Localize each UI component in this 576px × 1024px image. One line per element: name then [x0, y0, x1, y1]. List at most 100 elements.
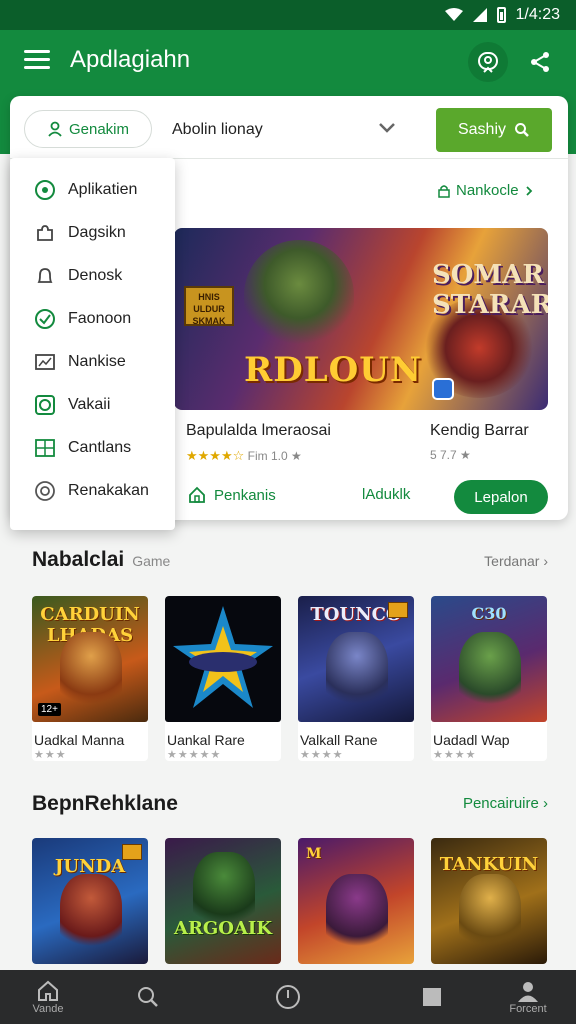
- bell-icon: [34, 265, 56, 287]
- target-icon: [34, 179, 56, 201]
- chevron-right-icon: [525, 185, 532, 196]
- game-tile[interactable]: ARGOAIK: [165, 838, 281, 964]
- game-tile[interactable]: C30 Uadadl Wap ★★★★: [431, 596, 547, 761]
- dropdown-item-label: Vakaii: [68, 395, 111, 413]
- dropdown-item-renakakan[interactable]: Renakakan: [10, 469, 175, 512]
- battery-icon: [496, 7, 506, 23]
- section-title-text: Nabalclai: [32, 548, 125, 571]
- dropdown-item-label: Nankise: [68, 352, 126, 370]
- game-art-title: C30: [471, 604, 507, 623]
- rating-stars: ★★★★☆: [186, 448, 245, 463]
- dropdown-item-label: Faonoon: [68, 309, 132, 327]
- profile-button[interactable]: [468, 42, 508, 82]
- game-title: Uadadl Wap: [433, 732, 510, 748]
- game-tile[interactable]: TOUNCO Valkall Rane ★★★★: [298, 596, 414, 761]
- game-art-title: TANKUIN: [439, 854, 539, 875]
- game-title: Uankal Rare: [167, 732, 245, 748]
- game-art-title: ARGOAIK: [173, 918, 272, 939]
- nav-home-label: Vande: [32, 1003, 64, 1015]
- dropdown-item-nankise[interactable]: Nankise: [10, 340, 175, 383]
- age-rating-badge: 12+: [38, 703, 61, 716]
- dropdown-item-label: Dagsikn: [68, 223, 126, 241]
- game-art-badge: [388, 602, 408, 618]
- account-icon: [478, 52, 498, 73]
- chevron-right-icon: ›: [543, 795, 548, 812]
- nav-library[interactable]: [392, 970, 472, 1024]
- banner-tag: HNIS ULDUR SKMAK: [184, 286, 234, 326]
- game-tile[interactable]: Uankal Rare ★★★★★: [165, 596, 281, 761]
- featured-link-label: Nankocle: [456, 182, 519, 199]
- game-tile[interactable]: TANKUIN: [431, 838, 547, 964]
- signal-icon: [472, 8, 487, 22]
- home-outline-icon: [189, 486, 205, 503]
- game-art: [165, 596, 281, 722]
- featured-game-name[interactable]: Bapulalda lmeraosai: [186, 422, 331, 440]
- action-link-secondary[interactable]: lAduklk: [362, 486, 410, 503]
- grid-icon: [34, 437, 56, 459]
- menu-icon[interactable]: [24, 50, 50, 70]
- game-art: ARGOAIK: [165, 838, 281, 964]
- featured-see-all-link[interactable]: Nankocle: [438, 182, 533, 199]
- chevron-right-icon: ›: [543, 553, 548, 569]
- nav-search[interactable]: [108, 970, 188, 1024]
- share-icon: [531, 52, 549, 72]
- wifi-icon: [444, 8, 463, 21]
- dropdown-item-vakaii[interactable]: Vakaii: [10, 383, 175, 426]
- search-input[interactable]: [172, 112, 400, 148]
- dropdown-item-denosk[interactable]: Denosk: [10, 254, 175, 297]
- dropdown-item-aplikatien[interactable]: Aplikatien: [10, 168, 175, 211]
- dropdown-item-label: Denosk: [68, 266, 123, 284]
- game-title: Uadkal Manna: [34, 732, 125, 748]
- featured-banner[interactable]: HNIS ULDUR SKMAK RDLOUN SOMAR STARAR: [174, 228, 548, 410]
- star-ship-art: [173, 606, 273, 708]
- chevron-down-icon[interactable]: [378, 122, 396, 134]
- featured-game-name-2[interactable]: Kendig Barrar: [430, 422, 529, 440]
- dropdown-item-label: Cantlans: [68, 438, 132, 456]
- nav-explore[interactable]: [248, 970, 328, 1024]
- game-tile[interactable]: CARDUIN LHADAS 12+ Uadkal Manna ★★★: [32, 596, 148, 761]
- search-icon: [515, 123, 529, 137]
- person-icon: [48, 121, 62, 137]
- chart-icon: [34, 351, 56, 373]
- square-target-icon: [34, 394, 56, 416]
- game-art: CARDUIN LHADAS 12+: [32, 596, 148, 722]
- bottom-navigation: Vande Forcent: [0, 970, 576, 1024]
- radio-icon: [34, 480, 56, 502]
- app-badge-icon: [432, 378, 454, 400]
- game-art-title: M: [306, 846, 322, 862]
- game-art-figure: [60, 632, 122, 712]
- lock-icon: [438, 184, 450, 198]
- section-link-label: Terdanar: [484, 553, 540, 569]
- section-see-all-link[interactable]: Terdanar ›: [484, 553, 548, 569]
- genre-label: Genakim: [68, 120, 130, 138]
- game-art: TANKUIN: [431, 838, 547, 964]
- game-art-figure: [459, 632, 521, 712]
- genre-selector[interactable]: Genakim: [24, 110, 152, 148]
- status-time: 1/4:23: [515, 6, 560, 23]
- section-see-all-link[interactable]: Pencairuire ›: [463, 795, 548, 812]
- check-circle-icon: [34, 308, 56, 330]
- action-link-label: Penkanis: [214, 486, 276, 504]
- install-button[interactable]: Lepalon: [454, 480, 548, 514]
- nav-home[interactable]: Vande: [8, 970, 88, 1024]
- game-art: TOUNCO: [298, 596, 414, 722]
- game-tile[interactable]: JUNDA: [32, 838, 148, 964]
- game-art-figure: [459, 874, 521, 954]
- dropdown-item-faonoon[interactable]: Faonoon: [10, 297, 175, 340]
- game-tile[interactable]: M: [298, 838, 414, 964]
- banner-title-secondary: SOMAR STARAR: [432, 260, 548, 320]
- dropdown-item-dagsikn[interactable]: Dagsikn: [10, 211, 175, 254]
- rating-text: Fim 1.0 ★: [247, 449, 302, 463]
- compass-icon: [276, 985, 300, 1009]
- share-button[interactable]: [520, 42, 560, 82]
- dropdown-item-cantlans[interactable]: Cantlans: [10, 426, 175, 469]
- game-rating: ★★★★★: [167, 749, 222, 761]
- game-art: C30: [431, 596, 547, 722]
- game-title: Valkall Rane: [300, 732, 378, 748]
- search-button[interactable]: Sashiy: [436, 108, 552, 152]
- action-link-details[interactable]: Penkanis: [188, 486, 276, 504]
- banner-title: RDLOUN: [244, 350, 422, 390]
- genre-dropdown-menu: Aplikatien Dagsikn Denosk Faonoon Nankis…: [10, 158, 175, 530]
- nav-profile[interactable]: Forcent: [488, 970, 568, 1024]
- status-icons: 1/4:23: [444, 6, 560, 24]
